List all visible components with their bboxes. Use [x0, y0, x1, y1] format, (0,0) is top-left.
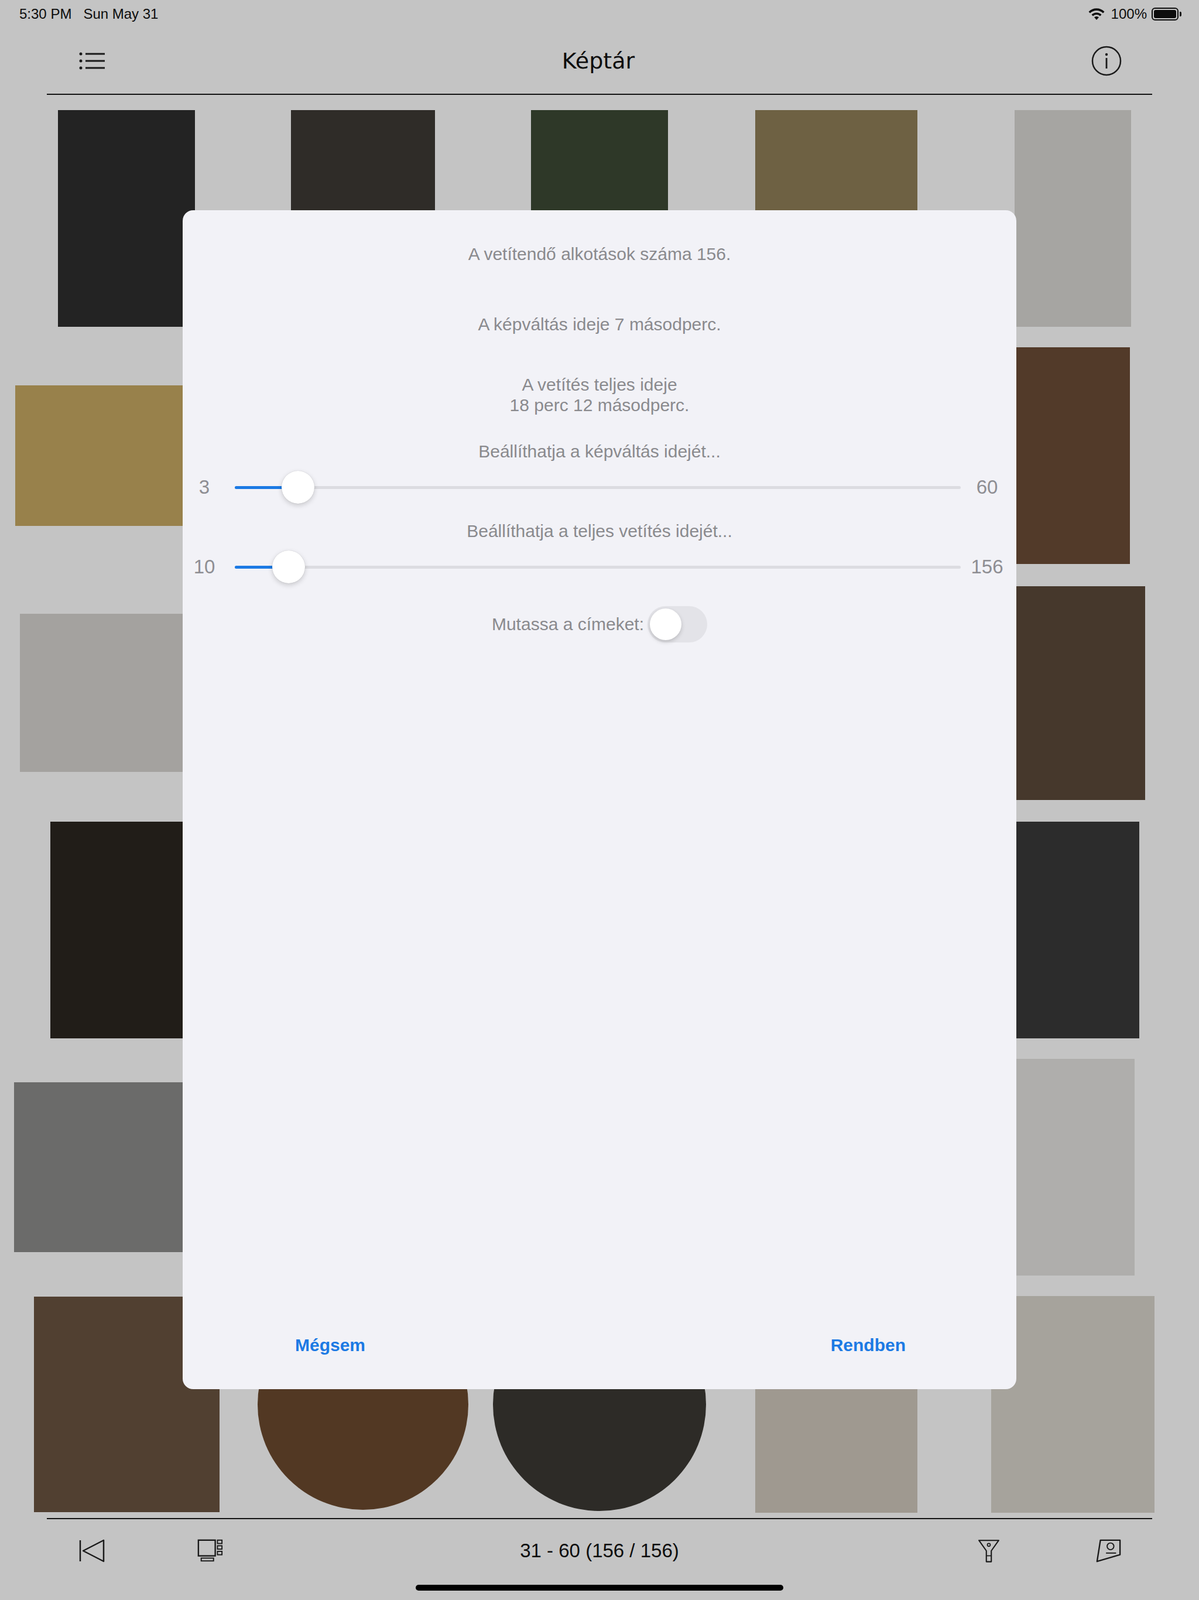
- slider[interactable]: 3 60: [189, 469, 1010, 505]
- toggle-knob: [649, 608, 682, 640]
- slider-min-label: 3: [189, 475, 220, 499]
- dialog-button[interactable]: Mégsem: [288, 1330, 373, 1360]
- slider-thumb[interactable]: [272, 550, 306, 584]
- slider-track[interactable]: [234, 565, 961, 569]
- slider-thumb[interactable]: [281, 470, 315, 504]
- slider-group: Beállíthatja a képváltás idejét... 3 60: [189, 440, 1010, 505]
- dialog-button[interactable]: Rendben: [823, 1330, 913, 1360]
- screen: 5:30 PMSun May 31100%Képtár31 - 60 (156 …: [0, 0, 1199, 1600]
- home-indicator[interactable]: [415, 1584, 784, 1591]
- slider-group: Beállíthatja a teljes vetítés idejét... 1…: [189, 520, 1010, 585]
- info-text: A vetítendő alkotások száma 156.: [189, 243, 1010, 265]
- titles-toggle-row: Mutassa a címeket:: [189, 605, 1010, 643]
- slideshow-dialog: A vetítendő alkotások száma 156. A képvál…: [182, 210, 1017, 1389]
- info-text: A képváltás ideje 7 másodperc.: [189, 313, 1010, 335]
- slider-min-label: 10: [189, 555, 220, 578]
- dialog-buttons: Mégsem Rendben: [189, 1327, 1010, 1363]
- slider-max-label: 60: [964, 475, 1010, 499]
- slider[interactable]: 10 156: [189, 549, 1010, 585]
- slider-track[interactable]: [234, 485, 961, 489]
- slider-caption: Beállíthatja a teljes vetítés idejét...: [189, 520, 1010, 542]
- titles-toggle[interactable]: [647, 605, 708, 643]
- total-time-text: A vetítés teljes ideje18 perc 12 másodpe…: [189, 374, 1010, 416]
- toggle-label: Mutassa a címeket:: [491, 614, 644, 635]
- slider-max-label: 156: [964, 555, 1010, 578]
- slider-caption: Beállíthatja a képváltás idejét...: [189, 440, 1010, 462]
